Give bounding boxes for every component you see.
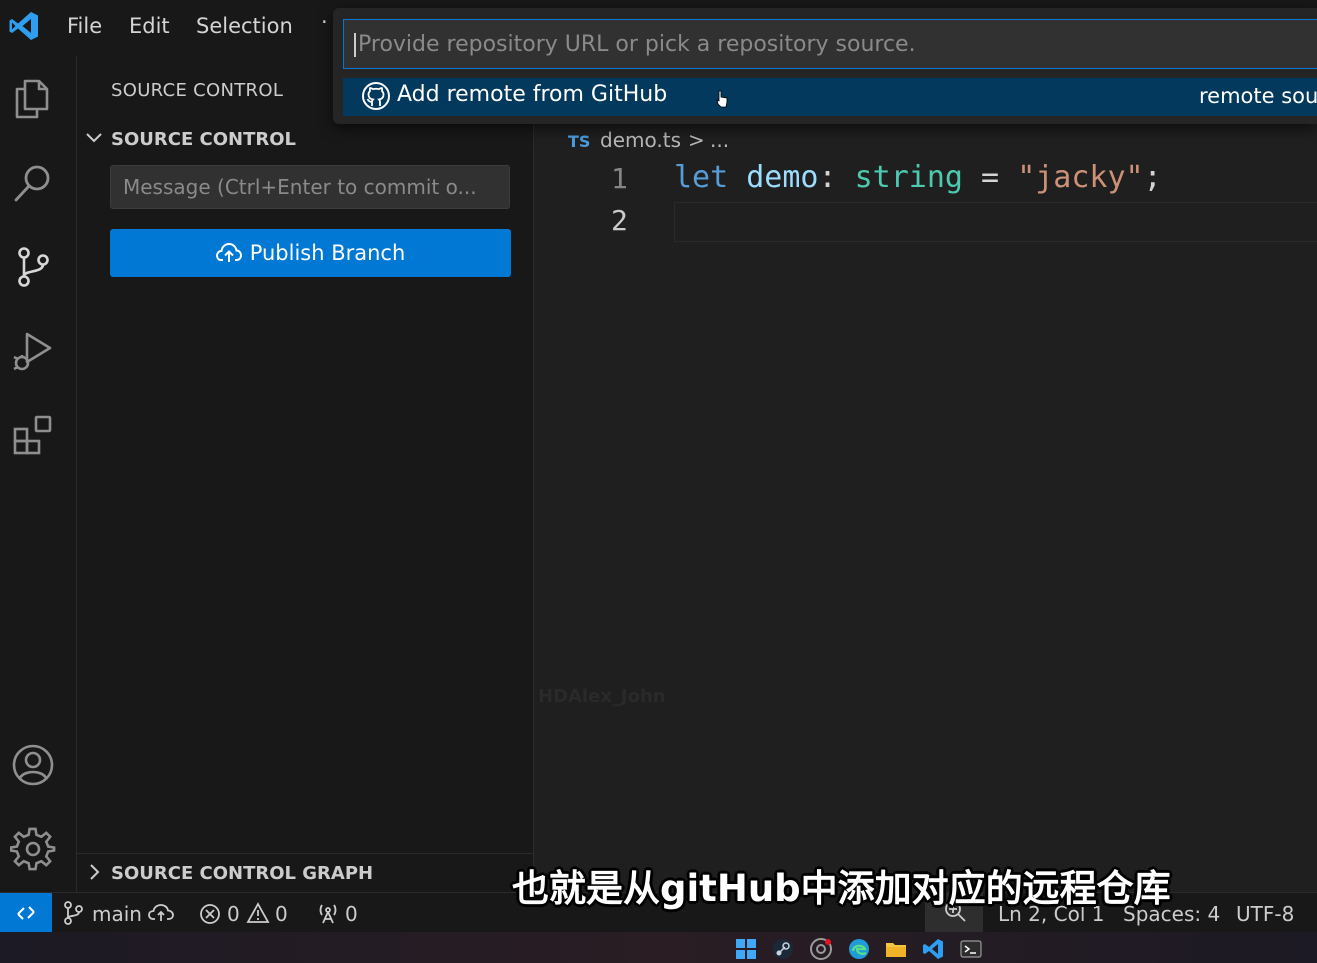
typescript-file-icon: TS bbox=[568, 132, 591, 151]
mouse-pointer-icon bbox=[716, 90, 728, 108]
source-control-sidebar: SOURCE CONTROL SOURCE CONTROL Message (C… bbox=[77, 56, 534, 892]
chevron-right-icon bbox=[90, 864, 100, 880]
code-type: string bbox=[854, 160, 963, 195]
windows-start-icon[interactable] bbox=[735, 938, 757, 960]
publish-branch-button[interactable]: Publish Branch bbox=[110, 229, 511, 277]
quick-pick-item-detail: remote sou bbox=[1199, 84, 1317, 108]
code-string: "jacky" bbox=[1017, 160, 1144, 195]
error-icon bbox=[200, 904, 220, 924]
code-keyword: let bbox=[674, 160, 729, 195]
ports-count[interactable]: 0 bbox=[345, 902, 358, 926]
windows-taskbar bbox=[0, 932, 1317, 963]
watermark: HDAlex_John bbox=[538, 686, 666, 707]
cloud-upload-icon bbox=[215, 242, 242, 262]
repository-url-input[interactable]: Provide repository URL or pick a reposit… bbox=[343, 19, 1317, 69]
code-variable: demo bbox=[746, 160, 819, 195]
quick-pick-item-label: Add remote from GitHub bbox=[397, 82, 668, 107]
settings-gear-icon[interactable] bbox=[9, 826, 56, 872]
run-debug-icon[interactable] bbox=[10, 328, 56, 374]
video-subtitle: 也就是从gitHub中添加对应的远程仓库 bbox=[512, 867, 1171, 910]
sidebar-title: SOURCE CONTROL bbox=[111, 80, 284, 101]
encoding[interactable]: UTF-8 bbox=[1236, 902, 1294, 926]
source-control-graph-section[interactable]: SOURCE CONTROL GRAPH bbox=[77, 853, 533, 892]
menu-file[interactable]: File bbox=[67, 14, 102, 38]
vscode-logo-icon bbox=[9, 12, 38, 40]
current-line-highlight bbox=[674, 202, 1317, 242]
file-explorer-icon[interactable] bbox=[885, 938, 907, 960]
vscode-icon[interactable] bbox=[922, 938, 944, 960]
github-icon bbox=[362, 82, 390, 110]
commit-message-input[interactable]: Message (Ctrl+Enter to commit o... bbox=[110, 165, 510, 209]
repository-url-placeholder: Provide repository URL or pick a reposit… bbox=[358, 32, 916, 57]
warning-count[interactable]: 0 bbox=[275, 902, 288, 926]
code-semicolon: ; bbox=[1143, 160, 1162, 195]
warning-icon bbox=[246, 902, 270, 923]
quick-pick-item-add-remote-github[interactable]: Add remote from GitHub remote sou bbox=[343, 78, 1317, 116]
steam-icon[interactable] bbox=[772, 938, 794, 960]
extensions-icon[interactable] bbox=[10, 412, 56, 458]
cloud-upload-icon[interactable] bbox=[148, 903, 174, 923]
activity-bar bbox=[0, 56, 77, 892]
ports-antenna-icon bbox=[319, 904, 337, 924]
text-caret bbox=[354, 33, 356, 57]
code-assign: = bbox=[963, 160, 1018, 195]
breadcrumb-file[interactable]: demo.ts bbox=[600, 128, 681, 152]
menu-selection[interactable]: Selection bbox=[196, 14, 293, 38]
section-header-source-control[interactable]: SOURCE CONTROL bbox=[111, 129, 296, 150]
explorer-icon[interactable] bbox=[10, 76, 56, 122]
source-control-icon[interactable] bbox=[10, 244, 56, 290]
graph-section-label: SOURCE CONTROL GRAPH bbox=[111, 863, 374, 884]
accounts-icon[interactable] bbox=[10, 742, 56, 788]
publish-branch-label: Publish Branch bbox=[249, 241, 406, 265]
edge-icon[interactable] bbox=[848, 938, 870, 960]
editor-area[interactable]: TS demo.ts > ... 1 2 let demo: string = … bbox=[534, 56, 1317, 892]
branch-icon bbox=[64, 901, 83, 925]
remote-icon bbox=[17, 906, 35, 920]
chrome-icon[interactable] bbox=[810, 938, 832, 960]
error-count[interactable]: 0 bbox=[227, 902, 240, 926]
menu-more[interactable]: · bbox=[321, 10, 328, 34]
menu-edit[interactable]: Edit bbox=[129, 14, 170, 38]
breadcrumb-separator: > bbox=[688, 128, 705, 152]
quick-pick-widget: Provide repository URL or pick a reposit… bbox=[333, 8, 1317, 124]
code-colon: : bbox=[818, 160, 855, 195]
line-number: 2 bbox=[611, 204, 628, 237]
remote-indicator-button[interactable] bbox=[0, 893, 52, 933]
chevron-down-icon[interactable] bbox=[83, 127, 105, 149]
search-icon[interactable] bbox=[10, 160, 56, 206]
line-number: 1 bbox=[611, 162, 628, 195]
terminal-icon[interactable] bbox=[960, 938, 982, 960]
breadcrumb-symbols[interactable]: ... bbox=[710, 128, 729, 152]
branch-name[interactable]: main bbox=[92, 902, 142, 926]
code-line[interactable]: let demo: string = "jacky"; bbox=[674, 160, 1162, 195]
